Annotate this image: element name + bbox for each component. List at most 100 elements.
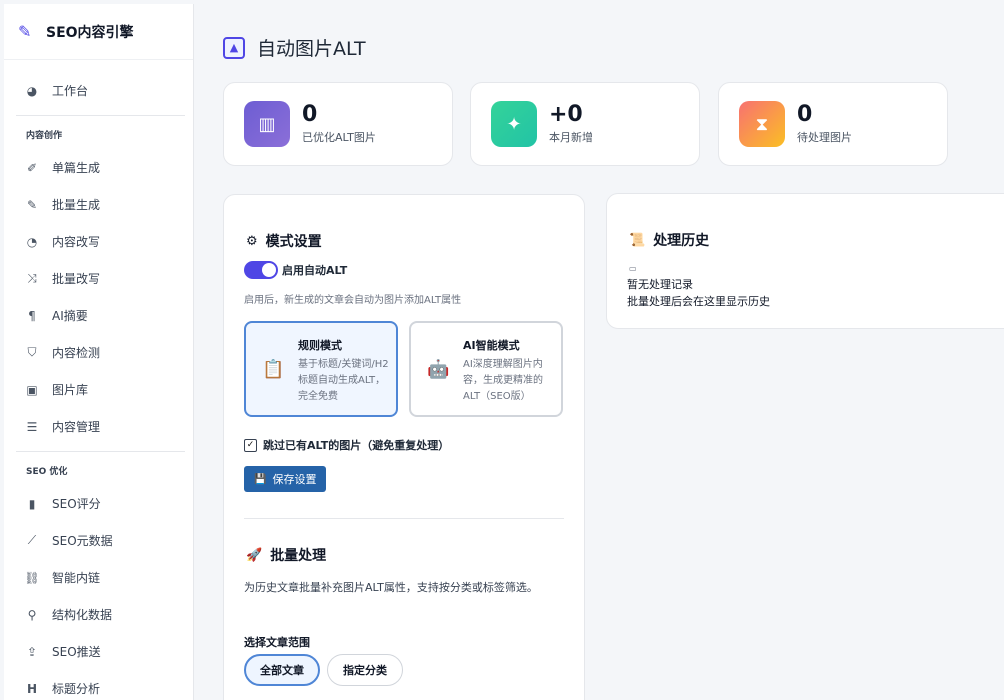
sidebar-item-label: 智能内链	[52, 571, 101, 585]
refresh-icon: ◔	[26, 234, 38, 249]
history-title: 📜 处理历史	[629, 230, 709, 250]
rocket-icon: 🚀	[246, 547, 263, 563]
stat-card-optimized: ▥ 0 已优化ALT图片	[223, 82, 453, 166]
section-title-text: 批量处理	[270, 548, 327, 564]
batch-title: 🚀 批量处理	[246, 545, 326, 565]
batch-description: 为历史文章批量补充图片ALT属性，支持按分类或标签筛选。	[244, 581, 538, 594]
sidebar-item-seo-push[interactable]: ⇪ SEO推送	[4, 633, 193, 670]
sidebar-item-label: SEO推送	[52, 645, 101, 659]
section-divider	[244, 518, 564, 519]
sidebar-item-image-library[interactable]: ▣ 图片库	[4, 371, 193, 408]
skip-existing-row: ✓ 跳过已有ALT的图片（避免重复处理）	[244, 437, 449, 453]
sidebar-item-batch-generate[interactable]: ✎ 批量生成	[4, 186, 193, 223]
sidebar-item-label: 批量生成	[52, 198, 101, 212]
pencil-icon: ✎	[18, 22, 32, 41]
page-title: ▲ 自动图片ALT	[223, 34, 366, 61]
mode-desc: 基于标题/关键词/H2标题自动生成ALT，完全免费	[298, 359, 389, 402]
mode-title: AI智能模式	[463, 339, 520, 352]
gear-icon: ⚙	[246, 233, 258, 249]
sidebar-item-seo-score[interactable]: ▮ SEO评分	[4, 485, 193, 522]
shield-icon: ⛉	[27, 345, 37, 359]
mode-desc: AI深度理解图片内容，生成更精准的ALT（SEO版）	[463, 359, 543, 402]
sidebar-item-label: 标题分析	[52, 682, 101, 696]
scroll-icon: 📜	[629, 232, 646, 248]
sidebar-item-single-generate[interactable]: ✐ 单篇生成	[4, 149, 193, 186]
history-empty-subtext: 批量处理后会在这里显示历史	[627, 295, 770, 308]
bar-chart-icon: ▮	[28, 496, 36, 511]
sidebar-item-label: 图片库	[52, 383, 89, 397]
sidebar-item-label: 内容管理	[52, 420, 101, 434]
hourglass-icon: ⧗	[739, 101, 785, 147]
sidebar-section-label: 内容创作	[26, 131, 63, 141]
page-title-text: 自动图片ALT	[257, 38, 366, 60]
sidebar-item-internal-links[interactable]: ⛓ 智能内链	[4, 559, 193, 596]
brand-title: SEO内容引擎	[46, 24, 134, 41]
bar-chart-icon: ▥	[244, 101, 290, 147]
mode-settings-title: ⚙ 模式设置	[246, 231, 322, 251]
stat-label: 待处理图片	[797, 131, 852, 144]
sidebar-item-seo-metadata[interactable]: ⟋ SEO元数据	[4, 522, 193, 559]
sidebar-item-label: 结构化数据	[52, 608, 113, 622]
stat-value: 0	[797, 102, 813, 127]
sidebar-divider	[16, 451, 185, 452]
sidebar-item-content-check[interactable]: ⛉ 内容检测	[4, 334, 193, 371]
sidebar-item-label: 内容改写	[52, 235, 101, 249]
brand[interactable]: ✎ SEO内容引擎	[4, 4, 193, 60]
sidebar-item-label: SEO元数据	[52, 534, 113, 548]
paragraph-icon: ¶	[28, 308, 36, 323]
sparkle-icon: ✦	[491, 101, 537, 147]
sidebar-item-structured-data[interactable]: ⚲ 结构化数据	[4, 596, 193, 633]
save-settings-button[interactable]: 💾 保存设置	[244, 466, 327, 492]
sidebar-item-label: SEO评分	[52, 497, 101, 511]
sidebar-item-title-analysis[interactable]: H 标题分析	[4, 670, 193, 700]
edit-icon: ✐	[26, 160, 38, 175]
sidebar-item-dashboard[interactable]: ◕ 工作台	[4, 72, 193, 109]
robot-icon: 🤖	[427, 359, 450, 380]
empty-inbox-icon: ▭	[629, 264, 637, 273]
mode-title: 规则模式	[298, 339, 342, 352]
clipboard-icon: 📋	[262, 359, 285, 380]
shuffle-icon: ⤨	[27, 271, 37, 285]
line-chart-icon: ⟋	[27, 533, 37, 547]
ai-mode-option[interactable]: 🤖 AI智能模式 AI深度理解图片内容，生成更精准的ALT（SEO版）	[409, 321, 563, 417]
sidebar-item-rewrite[interactable]: ◔ 内容改写	[4, 223, 193, 260]
stat-value: +0	[549, 102, 583, 127]
image-icon: ▲	[223, 36, 245, 59]
section-title-text: 处理历史	[653, 233, 710, 249]
pencil-icon: ✎	[26, 197, 38, 212]
skip-existing-label: 跳过已有ALT的图片（避免重复处理）	[263, 439, 450, 452]
stat-value: 0	[302, 102, 318, 127]
stat-label: 本月新增	[549, 131, 593, 144]
dashboard-icon: ◕	[26, 83, 38, 98]
settings-card: ⚙ 模式设置 启用自动ALT 启用后，新生成的文章会自动为图片添加ALT属性 📋…	[223, 194, 585, 700]
all-articles-option[interactable]: 全部文章	[244, 654, 320, 686]
auto-alt-toggle-row: 启用自动ALT	[244, 261, 347, 279]
section-title-text: 模式设置	[265, 234, 322, 250]
stat-card-pending: ⧗ 0 待处理图片	[718, 82, 948, 166]
range-label: 选择文章范围	[244, 636, 310, 649]
rule-mode-option[interactable]: 📋 规则模式 基于标题/关键词/H2标题自动生成ALT，完全免费	[244, 321, 398, 417]
toggle-knob	[262, 263, 276, 277]
table-icon: ☰	[26, 419, 38, 434]
sidebar: ✎ SEO内容引擎 ◕ 工作台 内容创作 ✐ 单篇生成 ✎ 批量生成 ◔ 内容改…	[4, 4, 194, 700]
sidebar-item-batch-rewrite[interactable]: ⤨ 批量改写	[4, 260, 193, 297]
sidebar-item-label: 单篇生成	[52, 161, 101, 175]
toggle-description: 启用后，新生成的文章会自动为图片添加ALT属性	[244, 295, 462, 306]
link-icon: ⛓	[24, 570, 40, 585]
sidebar-item-content-manage[interactable]: ☰ 内容管理	[4, 408, 193, 445]
history-empty-text: 暂无处理记录	[627, 278, 693, 291]
category-option[interactable]: 指定分类	[327, 654, 403, 686]
skip-existing-checkbox[interactable]: ✓	[244, 438, 257, 452]
save-icon: 💾	[254, 473, 267, 485]
sidebar-divider	[16, 115, 185, 116]
heading-icon: H	[26, 681, 38, 696]
sidebar-item-ai-summary[interactable]: ¶ AI摘要	[4, 297, 193, 334]
sidebar-item-label: AI摘要	[52, 309, 88, 323]
toggle-label: 启用自动ALT	[282, 264, 348, 277]
sidebar-section-label: SEO 优化	[26, 467, 68, 477]
sidebar-item-label: 工作台	[52, 84, 89, 98]
auto-alt-toggle[interactable]	[244, 261, 278, 279]
save-button-label: 保存设置	[272, 473, 317, 486]
share-icon: ⇪	[26, 644, 38, 659]
history-card: 📜 处理历史 ▭ 暂无处理记录 批量处理后会在这里显示历史	[606, 193, 1004, 329]
